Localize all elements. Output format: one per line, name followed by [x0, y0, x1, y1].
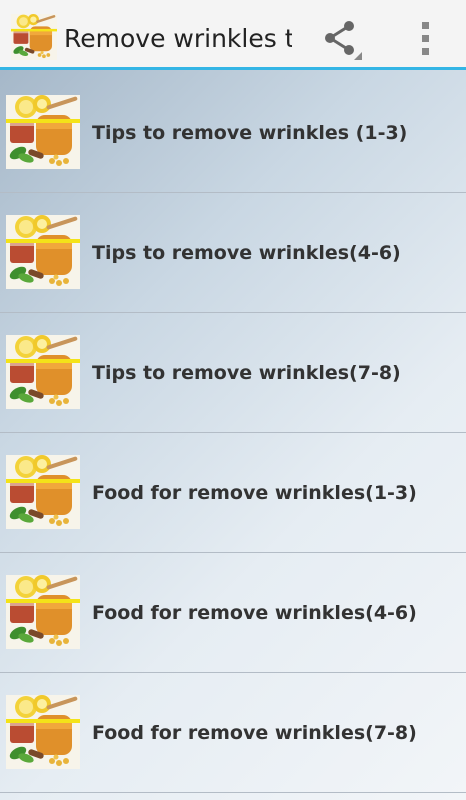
action-bar: Remove wrinkles tips — [0, 0, 466, 70]
list-item[interactable]: Tips to remove wrinkles (1-3) — [0, 73, 466, 193]
overflow-menu-icon[interactable] — [408, 16, 444, 62]
list-item[interactable]: Food for remove wrinkles(1-3) — [0, 433, 466, 553]
list-item-label: Food for remove wrinkles(7-8) — [92, 722, 417, 744]
honey-lemon-thumbnail — [6, 455, 80, 529]
honey-lemon-thumbnail — [6, 215, 80, 289]
honey-lemon-thumbnail — [6, 95, 80, 169]
list-item[interactable]: Food for remove wrinkles(7-8) — [0, 673, 466, 793]
list-item[interactable]: Tips to remove wrinkles(4-6) — [0, 193, 466, 313]
topic-list: Tips to remove wrinkles (1-3) Tips to re… — [0, 73, 466, 793]
app-title: Remove wrinkles tips — [64, 24, 292, 53]
share-icon[interactable] — [318, 16, 364, 62]
list-item-label: Food for remove wrinkles(4-6) — [92, 602, 417, 624]
list-item-label: Tips to remove wrinkles(4-6) — [92, 242, 401, 264]
list-item-label: Tips to remove wrinkles (1-3) — [92, 122, 408, 144]
honey-lemon-thumbnail — [6, 335, 80, 409]
honey-lemon-thumbnail — [6, 695, 80, 769]
list-item[interactable]: Food for remove wrinkles(4-6) — [0, 553, 466, 673]
list-item-label: Tips to remove wrinkles(7-8) — [92, 362, 401, 384]
honey-lemon-icon[interactable] — [10, 14, 58, 60]
list-item-label: Food for remove wrinkles(1-3) — [92, 482, 417, 504]
list-item[interactable]: Tips to remove wrinkles(7-8) — [0, 313, 466, 433]
honey-lemon-thumbnail — [6, 575, 80, 649]
